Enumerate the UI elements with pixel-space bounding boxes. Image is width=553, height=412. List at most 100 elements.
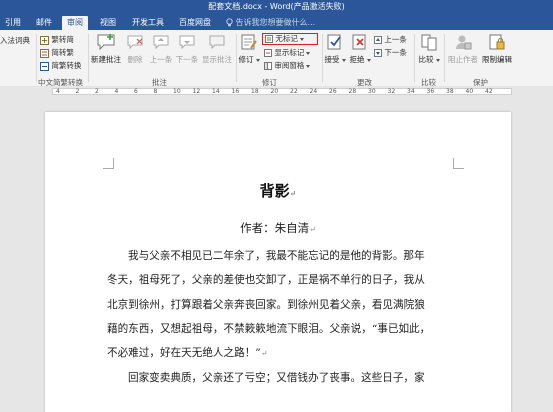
tab-view[interactable]: 视图 bbox=[95, 16, 121, 30]
dropdown-arrow-icon bbox=[299, 37, 304, 41]
previous-comment-icon bbox=[153, 35, 169, 50]
delete-comment-button[interactable]: 删除 bbox=[122, 33, 148, 65]
restrict-editing-label: 限制编辑 bbox=[482, 55, 512, 64]
tab-mailings[interactable]: 邮件 bbox=[31, 16, 57, 30]
compare-label: 比较 bbox=[416, 54, 442, 65]
track-changes-button[interactable]: 修订 bbox=[238, 33, 260, 65]
ruler-number: 12 bbox=[192, 88, 201, 95]
group-separator bbox=[88, 34, 89, 82]
reject-button[interactable]: 拒绝 bbox=[348, 33, 372, 65]
previous-comment-button[interactable]: 上一条 bbox=[148, 33, 174, 65]
group-separator bbox=[236, 34, 237, 82]
trad-to-simp-button[interactable]: 繁转简 bbox=[40, 34, 74, 45]
previous-comment-label: 上一条 bbox=[149, 55, 173, 64]
dropdown-arrow-icon bbox=[306, 51, 311, 55]
dictionary-label[interactable]: 入法词典 bbox=[0, 35, 30, 46]
tell-me-box[interactable]: 告诉我您想要做什么... bbox=[226, 16, 315, 29]
text-line: 北京到徐州，打算跟着父亲奔丧回家。到徐州见着父亲，看见满院狼 bbox=[107, 298, 425, 311]
reviewing-pane-button[interactable]: 审阅窗格 bbox=[264, 60, 311, 71]
paragraph-mark: ↵ bbox=[309, 225, 316, 234]
text-line: 不必难过，好在天无绝人之路！”↵ bbox=[107, 347, 268, 360]
ruler-number: 14 bbox=[212, 88, 220, 95]
tab-baidu-netdisk[interactable]: 百度网盘 bbox=[174, 16, 216, 30]
margin-corner-mark bbox=[453, 158, 464, 169]
accept-button[interactable]: 接受 bbox=[323, 33, 347, 65]
show-comments-icon bbox=[209, 35, 225, 50]
next-comment-button[interactable]: 下一条 bbox=[174, 33, 200, 65]
ruler-number: 2 bbox=[75, 88, 80, 95]
dropdown-arrow-icon bbox=[341, 58, 346, 62]
ruler-number: 22 bbox=[290, 88, 298, 95]
next-change-label: 下一条 bbox=[384, 48, 407, 57]
tab-review[interactable]: 审阅 bbox=[62, 16, 88, 30]
markup-view-icon bbox=[265, 35, 273, 43]
block-authors-label: 阻止作者 bbox=[448, 55, 478, 64]
markup-view-dropdown[interactable]: 无标记 bbox=[262, 33, 318, 45]
ruler-number: 4 bbox=[56, 88, 60, 95]
ruler-strip bbox=[52, 88, 512, 95]
show-markup-button[interactable]: 显示标记 bbox=[264, 47, 311, 58]
show-markup-icon bbox=[264, 49, 272, 57]
paragraph-mark: ↵ bbox=[289, 188, 297, 198]
document-page[interactable]: 背影↵ 作者：朱自清↵ 我与父亲不相见已二年余了，我最不能忘记的是他的背影。那年… bbox=[45, 112, 511, 412]
trad-to-simp-icon bbox=[40, 35, 49, 45]
ruler-number: 30 bbox=[368, 88, 376, 95]
simp-to-trad-icon bbox=[40, 48, 49, 58]
dropdown-arrow-icon bbox=[306, 64, 311, 68]
text-line: 藉的东西，又想起祖母，不禁簌簌地流下眼泪。父亲说，“事已如此， bbox=[107, 322, 431, 335]
reviewing-pane-label: 审阅窗格 bbox=[274, 61, 305, 70]
ribbon-review: 入法词典 繁转简 简转繁 简繁转换 中文简繁转换 新建批注 删除 上一条 下一条… bbox=[0, 30, 553, 87]
text-line: 回家变卖典质，父亲还了亏空；又借钱办了丧事。这些日子，家 bbox=[128, 372, 425, 385]
show-comments-button[interactable]: 显示批注 bbox=[200, 33, 234, 65]
chinese-convert-label: 简繁转换 bbox=[51, 61, 82, 70]
ruler-number: 24 bbox=[309, 88, 318, 95]
text-line: 冬天，祖母死了，父亲的差使也交卸了，正是祸不单行的日子，我从 bbox=[107, 274, 425, 287]
accept-label: 接受 bbox=[323, 54, 347, 65]
ruler-number: 42 bbox=[485, 88, 493, 95]
previous-change-button[interactable]: 上一条 bbox=[374, 34, 407, 45]
chinese-convert-button[interactable]: 简繁转换 bbox=[40, 60, 81, 71]
ruler-number: 2 bbox=[95, 88, 99, 95]
simp-to-trad-label: 简转繁 bbox=[51, 48, 74, 57]
title-bar: 配套文档.docx - Word(产品激活失败) bbox=[0, 0, 553, 14]
reviewing-pane-icon bbox=[264, 62, 272, 70]
document-author: 作者：朱自清↵ bbox=[240, 221, 316, 235]
ruler-number: 26 bbox=[329, 88, 337, 95]
show-markup-label: 显示标记 bbox=[274, 48, 305, 57]
previous-change-icon bbox=[374, 36, 382, 44]
reject-label: 拒绝 bbox=[348, 54, 372, 65]
restrict-editing-icon bbox=[489, 34, 505, 50]
dropdown-arrow-icon bbox=[366, 58, 371, 62]
ribbon-tabs: 引用 邮件 审阅 视图 开发工具 百度网盘 告诉我您想要做什么... bbox=[0, 14, 553, 30]
restrict-editing-button[interactable]: 限制编辑 bbox=[480, 33, 514, 65]
trad-to-simp-label: 繁转简 bbox=[51, 35, 74, 44]
ruler-number: 34 bbox=[407, 88, 415, 95]
ruler-number: 6 bbox=[134, 88, 138, 95]
show-comments-label: 显示批注 bbox=[202, 55, 232, 64]
next-comment-label: 下一条 bbox=[175, 55, 199, 64]
accept-icon bbox=[327, 34, 341, 50]
convert-icon bbox=[40, 61, 49, 71]
block-authors-icon bbox=[456, 35, 472, 50]
next-change-icon bbox=[374, 49, 382, 57]
previous-change-label: 上一条 bbox=[384, 35, 407, 44]
paragraph-mark: ↵ bbox=[260, 349, 268, 359]
markup-view-value: 无标记 bbox=[275, 34, 298, 43]
track-changes-icon bbox=[241, 34, 257, 50]
block-authors-button[interactable]: 阻止作者 bbox=[446, 33, 480, 65]
ruler-number: 32 bbox=[387, 88, 396, 95]
ruler-number: 4 bbox=[114, 88, 119, 95]
compare-button[interactable]: 比较 bbox=[416, 33, 442, 65]
dropdown-arrow-icon bbox=[255, 58, 260, 62]
compare-icon bbox=[421, 34, 437, 51]
ruler-number: 10 bbox=[173, 88, 181, 95]
ruler-number: 36 bbox=[426, 88, 435, 95]
next-change-button[interactable]: 下一条 bbox=[374, 47, 407, 58]
horizontal-ruler[interactable]: 4 2 2 4 6 8 10 12 14 16 18 20 22 24 26 28 30 32 34 36 38 40 42 bbox=[0, 86, 553, 97]
new-comment-button[interactable]: 新建批注 bbox=[90, 33, 122, 65]
body-paragraph: 我与父亲不相见已二年余了，我最不能忘记的是他的背影。那年 冬天，祖母死了，父亲的… bbox=[107, 244, 459, 391]
simp-to-trad-button[interactable]: 简转繁 bbox=[40, 47, 74, 58]
tab-references[interactable]: 引用 bbox=[0, 16, 26, 30]
new-comment-icon bbox=[97, 34, 115, 51]
tab-developer[interactable]: 开发工具 bbox=[127, 16, 169, 30]
